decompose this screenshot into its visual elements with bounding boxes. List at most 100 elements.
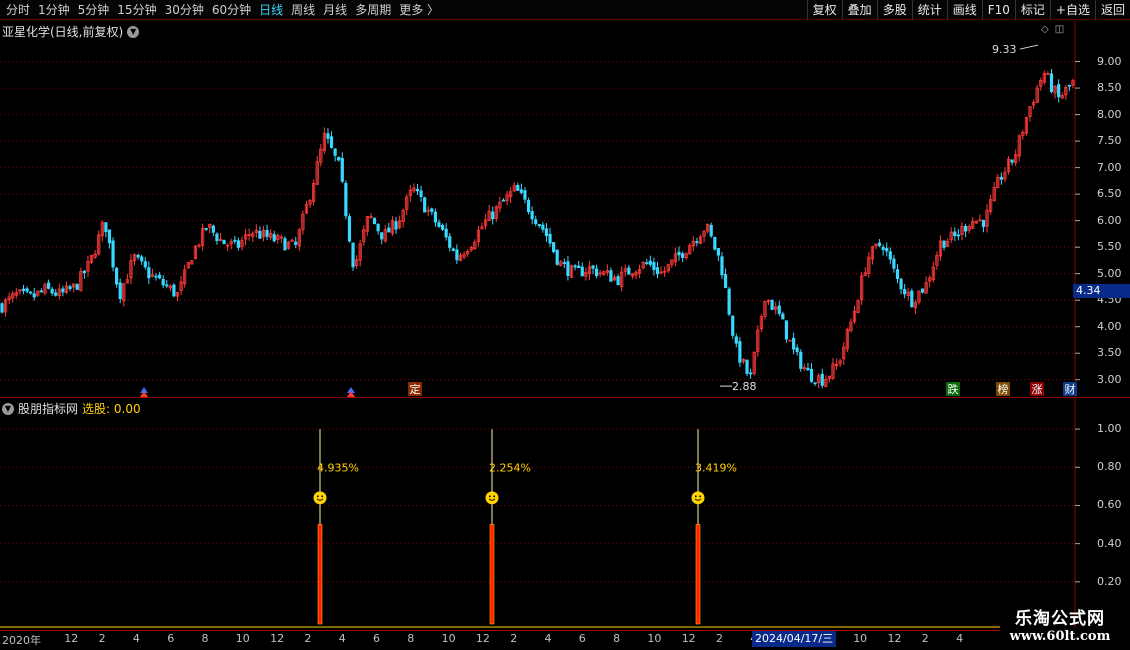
candle (702, 230, 706, 243)
candle (885, 242, 889, 257)
kline-chart[interactable]: 9.33 2.88 定 跌 榜 涨 财 (0, 21, 1130, 397)
candle (899, 278, 903, 295)
candle (390, 216, 395, 236)
time-label: 2 (304, 632, 312, 645)
candle (698, 234, 703, 245)
time-label: 12 (681, 632, 696, 645)
candle (1039, 77, 1043, 91)
cursor-date-tag: 2024/04/17/三 (752, 631, 837, 647)
chevron-down-icon[interactable]: ▼ (127, 25, 140, 38)
candle (1057, 79, 1061, 103)
candle (928, 275, 932, 288)
candle (286, 241, 291, 250)
tool-button-0[interactable]: 复权 (806, 0, 842, 20)
candle (1003, 167, 1007, 183)
candle (505, 190, 509, 206)
period-tab-10[interactable]: 更多 〉 (395, 0, 443, 20)
smiley-icon (313, 491, 327, 505)
candle (509, 187, 513, 204)
candle (165, 280, 169, 289)
period-tab-2[interactable]: 5分钟 (74, 0, 114, 20)
candle (61, 285, 65, 297)
time-label: 4 (544, 632, 552, 645)
candle (362, 225, 366, 246)
chevron-down-icon[interactable]: ▼ (2, 402, 14, 415)
candle (1024, 116, 1029, 136)
candle (276, 233, 280, 244)
candle (122, 283, 126, 307)
candle (903, 283, 907, 299)
price-label: 3.00 (1097, 372, 1122, 386)
time-label: 12 (475, 632, 490, 645)
candle (437, 219, 441, 229)
kline-panel[interactable]: 9.33 2.88 定 跌 榜 涨 财 亚星化学(日线,前复权) ▼ ◇ ◫ 9.00 8.5… (0, 21, 1130, 397)
candle (784, 320, 789, 343)
candle (172, 283, 176, 298)
tool-button-6[interactable]: 标记 (1014, 0, 1050, 20)
event-marker[interactable]: 定 (408, 382, 422, 396)
candle (598, 270, 602, 278)
candle (315, 155, 319, 185)
candle (734, 333, 738, 348)
tool-button-1[interactable]: 叠加 (841, 0, 877, 20)
candle (845, 327, 849, 353)
candle (634, 269, 638, 280)
period-tab-9[interactable]: 多周期 (351, 0, 395, 20)
candle (559, 260, 563, 267)
event-marker[interactable]: 涨 (1030, 382, 1044, 396)
period-tab-4[interactable]: 30分钟 (161, 0, 208, 20)
candle (677, 246, 681, 261)
tool-button-8[interactable]: 返回 (1094, 0, 1130, 20)
candle (569, 264, 574, 278)
candle (401, 208, 405, 228)
candle (430, 207, 434, 216)
candle (931, 261, 935, 283)
panel-toggle-icon[interactable]: ◫ (1055, 24, 1064, 35)
candle (817, 373, 821, 389)
period-tab-5[interactable]: 60分钟 (208, 0, 255, 20)
candle (788, 339, 792, 342)
period-tab-7[interactable]: 周线 (287, 0, 319, 20)
tool-button-3[interactable]: 统计 (911, 0, 947, 20)
candle (992, 182, 996, 202)
candle (999, 172, 1003, 185)
candle (870, 245, 875, 265)
indicator-chart[interactable]: 4.935% 2.254% 3.419% (0, 398, 1130, 628)
candle (319, 144, 323, 167)
period-tab-3[interactable]: 15分钟 (113, 0, 160, 20)
candle (451, 247, 455, 252)
candle (806, 362, 810, 371)
price-label: 6.00 (1097, 213, 1122, 227)
time-label: 10 (853, 632, 868, 645)
event-marker[interactable]: 榜 (996, 382, 1010, 396)
period-tab-8[interactable]: 月线 (319, 0, 351, 20)
price-label: 5.00 (1097, 266, 1122, 280)
candle (208, 223, 212, 234)
indicator-panel[interactable]: 4.935% 2.254% 3.419% ▼ 股朋指标网 选股: 0.00 1.00… (0, 397, 1130, 628)
event-marker[interactable]: 跌 (946, 382, 960, 396)
period-tab-6[interactable]: 日线 (255, 0, 287, 20)
tool-button-7[interactable]: +自选 (1049, 0, 1095, 20)
candle (910, 288, 914, 308)
candle (534, 215, 538, 227)
diamond-icon[interactable]: ◇ (1041, 24, 1049, 35)
candle (440, 223, 445, 231)
tool-button-5[interactable]: F10 (981, 0, 1015, 20)
tool-button-2[interactable]: 多股 (876, 0, 912, 20)
candle (158, 272, 162, 280)
candle (1014, 149, 1018, 167)
price-label: 3.50 (1097, 346, 1122, 360)
candle (792, 332, 796, 355)
top-toolbar: 分时 1分钟 5分钟 15分钟 30分钟 60分钟 日线 周线 月线 多周期 更多 〉 复权 叠加 多股… (0, 0, 1130, 20)
candle (935, 251, 939, 270)
candle (14, 288, 18, 299)
candle (279, 235, 283, 244)
time-label: 10 (647, 632, 662, 645)
candle (971, 216, 975, 229)
candle (68, 284, 72, 292)
tool-button-4[interactable]: 画线 (946, 0, 982, 20)
candle (491, 206, 495, 225)
period-tab-1[interactable]: 1分钟 (34, 0, 74, 20)
period-tab-0[interactable]: 分时 (2, 0, 34, 20)
indicator-name[interactable]: 股朋指标网 (18, 400, 78, 417)
